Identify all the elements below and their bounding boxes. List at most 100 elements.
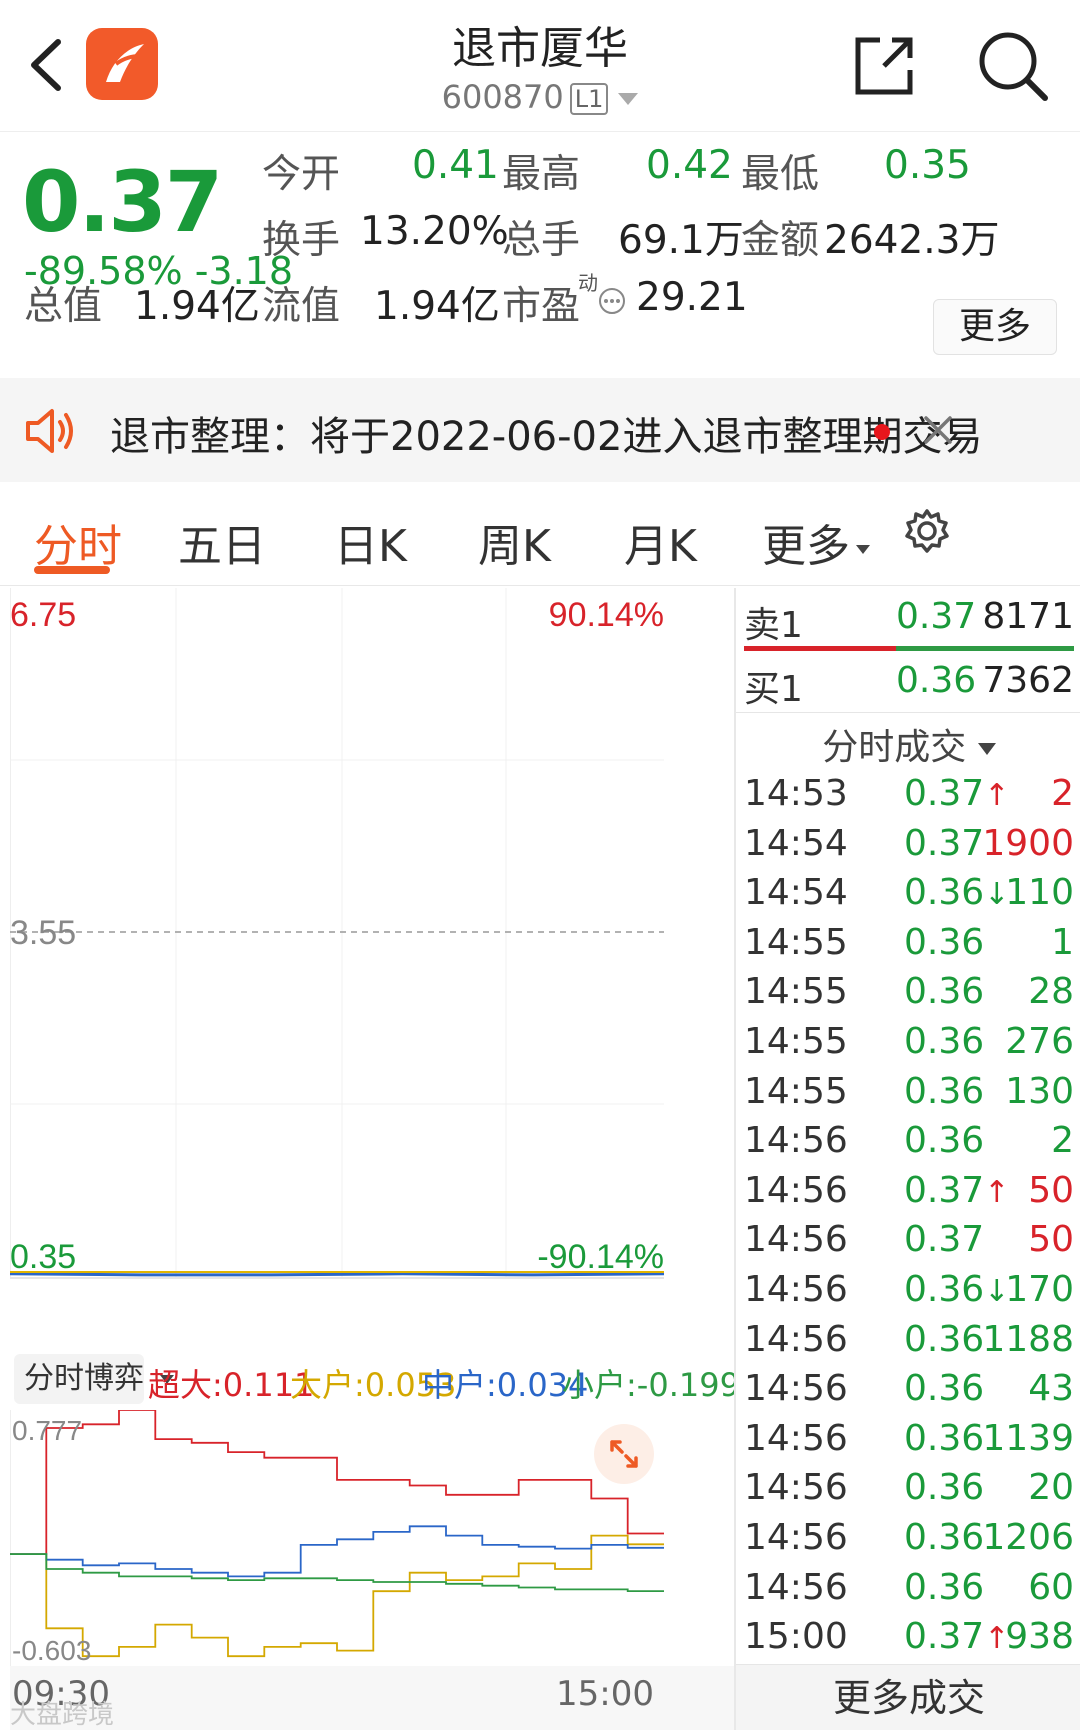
- market-cap-label: 总值: [24, 284, 103, 329]
- search-icon: [979, 32, 1048, 101]
- volume-label: 总手: [502, 218, 581, 263]
- trade-price: 0.37: [904, 823, 984, 864]
- trade-volume: 276: [1005, 1021, 1074, 1062]
- amount-label: 金额: [741, 218, 820, 263]
- trade-time: 14:56: [744, 1120, 848, 1162]
- trade-price: 0.36: [904, 1517, 984, 1558]
- more-trades-button[interactable]: 更多成交: [736, 1664, 1080, 1730]
- trade-price: 0.37↑: [904, 1170, 1009, 1211]
- capital-flow-header: 分时博弈 超大:0.111 大户:0.053 中户:0.034 小户:-0.19…: [10, 1350, 740, 1408]
- trade-row: 14:56 0.36 1139: [736, 1418, 1080, 1467]
- trade-time: 14:56: [744, 1318, 848, 1360]
- intraday-chart-svg: 6.75 3.55 0.35 90.14% -90.14%: [9, 588, 665, 1279]
- time-end-label: 15:00: [556, 1674, 654, 1714]
- trade-volume: 130: [1005, 1070, 1074, 1112]
- turnover-label: 换手: [262, 218, 341, 263]
- trade-time: 14:56: [744, 1417, 848, 1459]
- trade-row: 14:56 0.37 50: [736, 1219, 1080, 1268]
- speaker-icon: [24, 406, 78, 460]
- trade-price-value: 0.37: [904, 1219, 985, 1261]
- trade-row: 14:56 0.36 20: [736, 1467, 1080, 1516]
- trade-row: 14:54 0.37 1900: [736, 823, 1080, 872]
- gear-icon[interactable]: [904, 508, 950, 558]
- trades-header[interactable]: 分时成交: [736, 718, 1080, 770]
- buy-sell-ratio-bar: [744, 646, 1074, 651]
- float-cap-value: 1.94亿: [374, 284, 500, 329]
- trade-time: 14:54: [744, 872, 848, 914]
- tab-more[interactable]: 更多: [762, 510, 870, 574]
- low-value: 0.35: [884, 143, 971, 188]
- buy1-row[interactable]: 买1 0.36 7362: [736, 660, 1080, 710]
- trade-price-value: 0.36: [904, 1368, 985, 1410]
- trade-volume: 28: [1028, 971, 1074, 1013]
- time-axis: 09:30 15:00: [10, 1666, 734, 1730]
- trade-price-value: 0.37: [904, 1169, 985, 1211]
- trade-time: 14:55: [744, 1021, 848, 1062]
- sell1-price: 0.37: [896, 596, 977, 637]
- pe-value: 29.21: [636, 275, 748, 320]
- legend-large-name: 大户: [290, 1366, 355, 1404]
- share-button[interactable]: [850, 30, 920, 100]
- capital-flow-chart[interactable]: 0.777 -0.603: [9, 1409, 734, 1666]
- trade-row: 14:56 0.36 43: [736, 1368, 1080, 1417]
- sell1-volume: 8171: [982, 596, 1074, 637]
- intraday-chart[interactable]: 6.75 3.55 0.35 90.14% -90.14%: [9, 588, 734, 1348]
- arrow-up-icon: ↑: [984, 778, 1010, 813]
- trade-price-value: 0.36: [904, 971, 985, 1013]
- trade-time: 14:56: [744, 1467, 848, 1509]
- trade-price: 0.37↑: [904, 1616, 1009, 1657]
- high-label: 最高: [502, 152, 581, 197]
- stock-code: 600870: [441, 78, 564, 116]
- search-button[interactable]: [975, 28, 1051, 104]
- flow-y-top-label: 0.777: [12, 1415, 82, 1446]
- sell1-row[interactable]: 卖1 0.37 8171: [736, 596, 1080, 646]
- trade-row: 14:56 0.36 1188: [736, 1319, 1080, 1368]
- trade-row: 14:54 0.36↓ 110: [736, 872, 1080, 921]
- market-cap-value: 1.94亿: [134, 284, 260, 329]
- trade-volume: 60: [1028, 1566, 1074, 1608]
- pe-label: 市盈: [502, 284, 581, 329]
- trade-row: 14:53 0.37↑ 2: [736, 773, 1080, 822]
- tab-more-label: 更多: [762, 521, 850, 572]
- y-axis-bottom-label: 0.35: [10, 1238, 76, 1276]
- tab-five-day[interactable]: 五日: [178, 510, 266, 574]
- trade-price: 0.36: [904, 971, 984, 1012]
- info-icon[interactable]: [598, 287, 626, 319]
- trade-price-value: 0.37: [904, 1616, 985, 1658]
- volume-value: 69.1万: [618, 218, 744, 263]
- chart-tabs: 分时 五日 日K 周K 月K 更多: [0, 482, 1080, 586]
- trade-price-value: 0.36: [904, 1120, 985, 1162]
- high-value: 0.42: [646, 143, 733, 188]
- capital-flow-selector[interactable]: 分时博弈: [14, 1354, 174, 1404]
- trade-time: 14:56: [744, 1566, 848, 1608]
- expand-icon[interactable]: [594, 1424, 654, 1484]
- trade-price-value: 0.36: [904, 1070, 985, 1112]
- more-quote-button[interactable]: 更多: [933, 299, 1057, 355]
- trade-time: 14:53: [744, 773, 848, 814]
- trade-price-value: 0.36: [904, 1021, 985, 1062]
- legend-medium-name: 中户: [422, 1366, 487, 1404]
- trade-time: 14:56: [744, 1368, 848, 1410]
- tab-monthly-k[interactable]: 月K: [624, 510, 697, 574]
- trade-row: 14:56 0.37↑ 50: [736, 1170, 1080, 1219]
- trade-volume: 1206: [982, 1517, 1074, 1558]
- legend-super-large-name: 超大: [148, 1366, 213, 1404]
- trades-header-label: 分时成交: [822, 727, 967, 768]
- buy1-volume: 7362: [982, 660, 1074, 701]
- tab-daily-k[interactable]: 日K: [334, 510, 407, 574]
- trade-volume: 170: [1005, 1269, 1074, 1310]
- tab-weekly-k[interactable]: 周K: [478, 510, 551, 574]
- buy1-price: 0.36: [896, 660, 977, 701]
- trade-price: 0.36: [904, 1120, 984, 1161]
- notice-bar[interactable]: 退市整理：将于2022-06-02进入退市整理期交易: [0, 378, 1080, 482]
- tab-intraday[interactable]: 分时: [34, 510, 122, 574]
- trade-row: 14:55 0.36 28: [736, 971, 1080, 1020]
- amount-value: 2642.3万: [824, 218, 1000, 263]
- close-icon[interactable]: [918, 410, 958, 454]
- trade-time: 14:56: [744, 1269, 848, 1310]
- trade-row: 14:56 0.36 60: [736, 1567, 1080, 1616]
- trade-price: 0.36: [904, 922, 984, 963]
- top-bar: 退市厦华 600870 L1: [0, 0, 1080, 132]
- buy1-label: 买1: [744, 669, 803, 710]
- low-label: 最低: [741, 152, 820, 197]
